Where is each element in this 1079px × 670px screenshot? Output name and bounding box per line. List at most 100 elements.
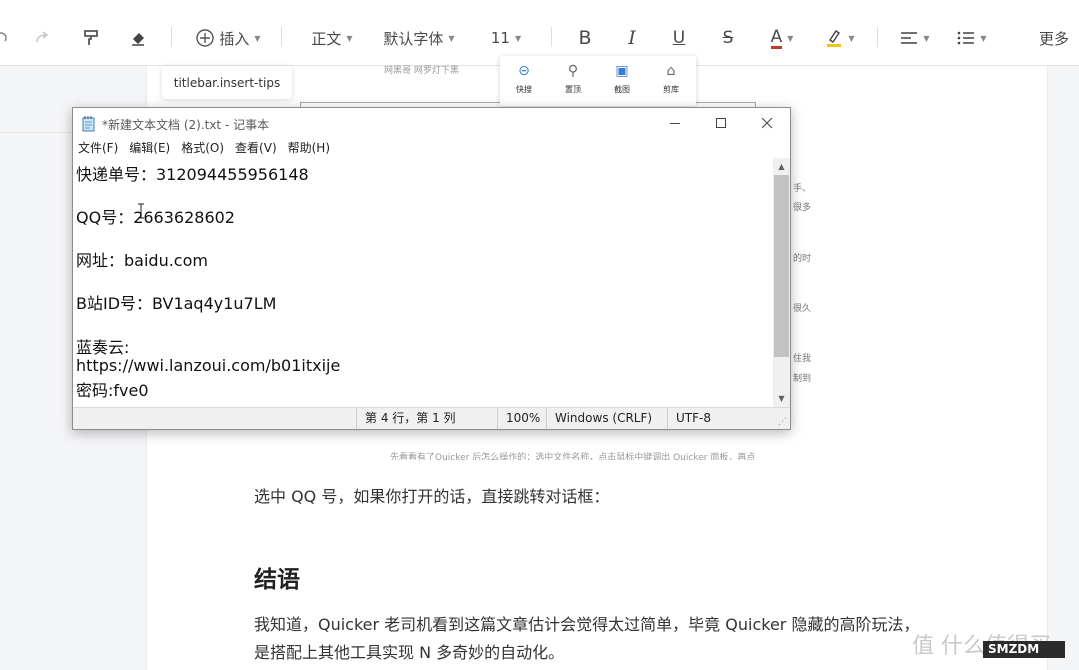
menu-file[interactable]: 文件(F) <box>78 139 118 158</box>
font-size-value: 11 <box>490 29 510 47</box>
insert-label: 插入 <box>219 29 250 48</box>
embedded-screenshot-text: 网黑哥 网罗灯下黑 <box>384 66 459 76</box>
chevron-down-icon: ▼ <box>514 33 522 43</box>
quicker-pin-item: ⚲ 置顶 <box>549 56 597 106</box>
menu-format[interactable]: 格式(O) <box>181 139 224 158</box>
close-icon <box>761 118 772 129</box>
text-line: B站ID号：BV1aq4y1u7LM <box>76 294 277 313</box>
redo-icon[interactable] <box>32 20 54 56</box>
chevron-down-icon: ▼ <box>254 33 261 43</box>
text-line: https://wwi.lanzoui.com/b01itxije <box>76 356 341 375</box>
menu-view[interactable]: 查看(V) <box>235 139 277 158</box>
quicker-item-label: 置顶 <box>565 85 581 94</box>
chevron-down-icon: ▼ <box>923 33 930 43</box>
format-painter-icon[interactable] <box>80 20 102 56</box>
page-gutter <box>1048 66 1079 670</box>
toolbar-divider <box>551 27 552 47</box>
quicker-panel: ⊝ 快搜 ⚲ 置顶 ▣ 截图 ⌂ 剪库 <box>500 56 696 106</box>
more-button[interactable]: 更多 <box>1036 20 1072 56</box>
bold-button[interactable]: B <box>574 20 596 56</box>
italic-icon: I <box>628 27 636 49</box>
inbox-icon: ⌂ <box>666 63 676 79</box>
underline-button[interactable]: U <box>668 20 690 56</box>
align-left-icon <box>901 32 918 44</box>
quicker-screenshot-item: ▣ 截图 <box>598 56 646 106</box>
resize-grip-icon[interactable]: ⋰ <box>778 417 788 427</box>
embedded-screenshot-text: 很久 <box>793 304 812 314</box>
section-heading: 结语 <box>254 567 300 593</box>
status-encoding: UTF-8 <box>667 408 767 429</box>
align-button[interactable]: ▼ <box>898 20 932 56</box>
font-family-select[interactable]: 默认字体 ▼ <box>380 20 458 56</box>
font-family-value: 默认字体 <box>383 29 444 48</box>
underline-icon: U <box>672 28 686 48</box>
plus-circle-icon <box>196 29 215 47</box>
paragraph-style-select[interactable]: 正文 ▼ <box>308 20 356 56</box>
chevron-down-icon: ▼ <box>787 33 794 43</box>
menu-help[interactable]: 帮助(H) <box>288 139 330 158</box>
insert-button[interactable]: 插入 ▼ <box>193 20 263 56</box>
quicker-item-label: 快搜 <box>516 85 532 94</box>
embedded-screenshot-text: 的时 <box>793 254 812 264</box>
scroll-down-icon[interactable]: ▼ <box>773 390 790 406</box>
chevron-down-icon: ▼ <box>346 33 353 43</box>
list-button[interactable]: ▼ <box>954 20 990 56</box>
chevron-down-icon: ▼ <box>980 33 987 43</box>
pin-icon: ⚲ <box>567 63 579 79</box>
embedded-screenshot-text: 制到 <box>793 374 812 384</box>
text-line: 快递单号：312094455956148 <box>76 165 309 184</box>
watermark-tag: SMZDM <box>983 641 1065 658</box>
font-color-button[interactable]: A ▼ <box>764 20 800 56</box>
text-line: QQ号：2663628602 <box>76 208 235 227</box>
ibeam-cursor-icon <box>138 203 144 219</box>
text-line: 密码:fve0 <box>76 381 149 400</box>
chevron-down-icon: ▼ <box>448 33 455 43</box>
close-button[interactable] <box>744 108 790 139</box>
status-zoom: 100% <box>497 408 547 429</box>
window-title: *新建文本文档 (2).txt - 记事本 <box>102 118 270 132</box>
notepad-statusbar: 第 4 行，第 1 列 100% Windows (CRLF) UTF-8 ⋰ <box>73 407 790 429</box>
notepad-window: *新建文本文档 (2).txt - 记事本 文件(F) 编辑(E) 格式(O) … <box>72 107 791 430</box>
undo-icon[interactable] <box>0 20 8 56</box>
quicker-item-label: 截图 <box>614 85 630 94</box>
toolbar-divider <box>171 27 172 47</box>
quicker-clipboard-item: ⌂ 剪库 <box>647 56 695 106</box>
notepad-text-area[interactable]: 快递单号：312094455956148 QQ号：2663628602 网址：b… <box>73 158 773 407</box>
notepad-menubar: 文件(F) 编辑(E) 格式(O) 查看(V) 帮助(H) <box>73 139 790 158</box>
vertical-scrollbar[interactable]: ▲ ▼ <box>773 158 790 407</box>
toolbar-divider <box>877 27 878 47</box>
strikethrough-button[interactable]: S <box>717 20 739 56</box>
highlighter-icon <box>827 30 842 47</box>
notepad-titlebar[interactable]: *新建文本文档 (2).txt - 记事本 <box>73 108 790 139</box>
article-paragraph: 是搭配上其他工具实现 N 多奇妙的自动化。 <box>254 643 565 662</box>
tooltip-text: titlebar.insert-tips <box>173 75 281 90</box>
chevron-down-icon: ▼ <box>848 33 855 43</box>
embedded-screenshot-text: 手、 <box>793 184 812 194</box>
eraser-icon[interactable] <box>127 20 149 56</box>
embedded-screenshot-text: 住我 <box>793 354 812 364</box>
text-line: 网址：baidu.com <box>76 251 208 270</box>
paragraph-style-value: 正文 <box>311 29 342 48</box>
insert-tooltip: titlebar.insert-tips <box>162 66 292 99</box>
bold-icon: B <box>578 27 592 49</box>
minimize-icon <box>669 123 680 124</box>
status-line-ending: Windows (CRLF) <box>546 408 668 429</box>
maximize-button[interactable] <box>698 108 744 139</box>
font-color-icon: A <box>770 26 783 49</box>
embedded-screenshot-text: 很多 <box>793 203 812 213</box>
status-cursor-position: 第 4 行，第 1 列 <box>356 408 498 429</box>
notepad-app-icon <box>82 116 95 132</box>
minimize-button[interactable] <box>652 108 698 139</box>
strikethrough-icon: S <box>722 28 734 48</box>
menu-edit[interactable]: 编辑(E) <box>129 139 170 158</box>
italic-button[interactable]: I <box>621 20 643 56</box>
highlight-button[interactable]: ▼ <box>822 20 858 56</box>
quicker-item-label: 剪库 <box>663 85 679 94</box>
font-size-select[interactable]: 11 ▼ <box>488 20 524 56</box>
search-icon: ⊝ <box>518 63 530 79</box>
more-label: 更多 <box>1038 29 1069 48</box>
article-paragraph: 我知道，Quicker 老司机看到这篇文章估计会觉得太过简单，毕竟 Quicke… <box>254 615 920 634</box>
text-line: 蓝奏云: <box>76 338 130 357</box>
scrollbar-thumb[interactable] <box>774 175 789 357</box>
scroll-up-icon[interactable]: ▲ <box>773 158 790 174</box>
